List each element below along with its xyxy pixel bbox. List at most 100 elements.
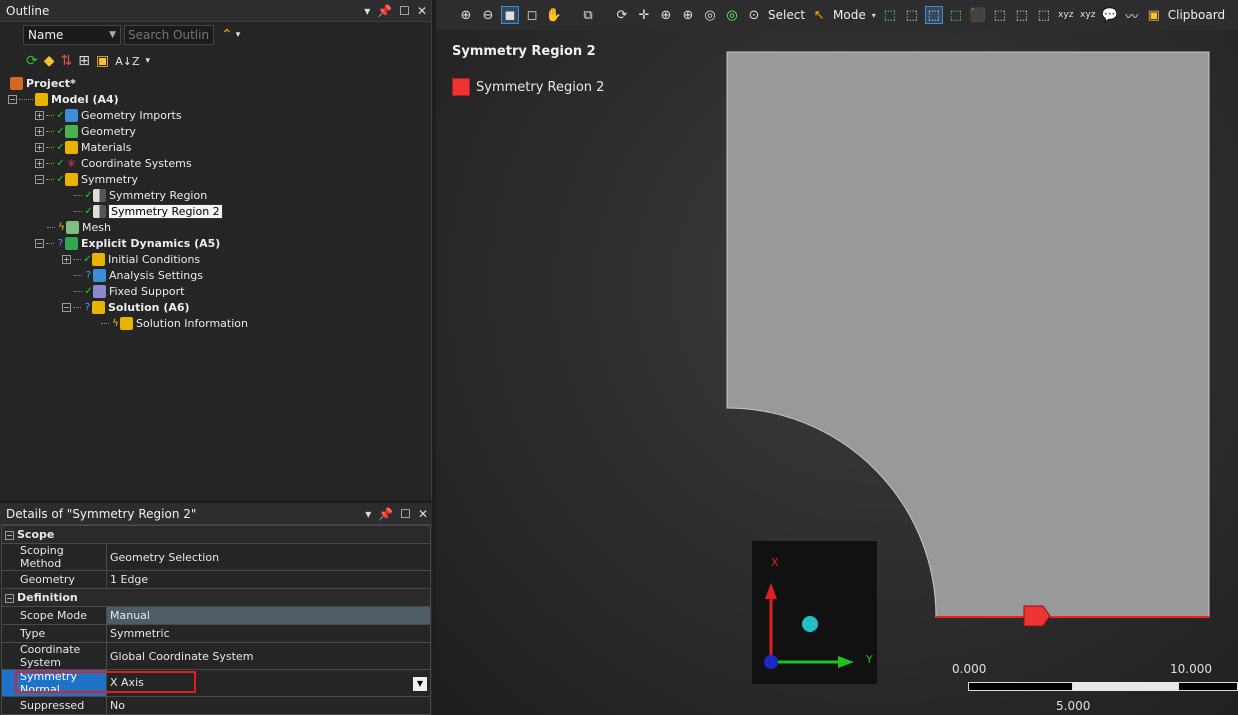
model-icon xyxy=(35,92,48,106)
refresh-icon[interactable]: ⟳ xyxy=(26,53,38,69)
collapse-icon[interactable]: − xyxy=(5,531,14,540)
materials-icon xyxy=(65,140,78,154)
left-panel: Outline ▾ 📌 ☐ ✕ Name ▼ ⌃ ▾ ⟳ ◆ ⇅ ⊞ ▣ A↓Z… xyxy=(0,0,432,715)
property-value[interactable]: Geometry Selection xyxy=(106,543,431,571)
check-icon: ✓ xyxy=(56,109,65,121)
check-icon: ✓ xyxy=(56,125,65,137)
tree-item-symmetry[interactable]: − ✓ Symmetry xyxy=(0,171,431,187)
tree-label: Symmetry Region 2 xyxy=(108,203,223,219)
details-row[interactable]: Type Symmetric xyxy=(1,624,431,643)
lightning-icon: ϟ xyxy=(112,317,119,329)
expand-icon[interactable]: + xyxy=(35,142,44,152)
tree-item-symmetry-region[interactable]: ✓ Symmetry Region xyxy=(0,187,431,203)
tree-connector xyxy=(46,146,54,148)
tree-item-project[interactable]: Project* xyxy=(0,75,431,91)
tree-label: Geometry Imports xyxy=(81,108,182,122)
property-value: X Axis xyxy=(110,675,144,689)
property-value[interactable]: 1 Edge xyxy=(106,570,431,589)
tree-item-analysis-settings[interactable]: ? Analysis Settings xyxy=(0,267,431,283)
expand-icon[interactable]: + xyxy=(35,126,44,136)
check-icon: ✓ xyxy=(83,253,92,265)
search-options-icon[interactable]: ▾ xyxy=(236,30,241,40)
property-label: Scope Mode xyxy=(1,606,107,625)
maximize-icon[interactable]: ☐ xyxy=(399,4,410,18)
sort-az-icon[interactable]: A↓Z xyxy=(115,55,139,68)
collapse-icon[interactable]: − xyxy=(5,594,14,603)
details-row-symmetry-normal[interactable]: Symmetry Normal X Axis ▼ xyxy=(1,669,431,697)
property-value[interactable]: No xyxy=(106,696,431,715)
symmetry-normal-select[interactable]: X Axis ▼ xyxy=(106,669,431,697)
sort-dropdown-icon[interactable]: ▾ xyxy=(146,56,151,66)
tree-item-geometry[interactable]: + ✓ Geometry xyxy=(0,123,431,139)
tree-item-model[interactable]: − Model (A4) xyxy=(0,91,431,107)
outline-header: Outline ▾ 📌 ☐ ✕ xyxy=(0,0,431,22)
property-value[interactable]: Symmetric xyxy=(106,624,431,643)
search-up-icon[interactable]: ⌃ xyxy=(221,27,233,43)
property-value[interactable]: Global Coordinate System xyxy=(106,642,431,670)
check-icon: ✓ xyxy=(56,173,65,185)
tree-item-geometry-imports[interactable]: + ✓ Geometry Imports xyxy=(0,107,431,123)
maximize-icon[interactable]: ☐ xyxy=(400,507,411,521)
section-label: Scope xyxy=(17,528,55,541)
tree-connector xyxy=(101,322,109,324)
section-definition[interactable]: − Definition xyxy=(1,588,431,607)
dropdown-icon[interactable]: ▾ xyxy=(365,507,371,521)
sort-arrows-icon[interactable]: ⇅ xyxy=(61,53,73,69)
triad-x-label: X xyxy=(771,556,779,569)
property-value[interactable]: Manual xyxy=(106,606,431,625)
geometry-icon xyxy=(65,124,78,138)
tree-item-mesh[interactable]: ϟ Mesh xyxy=(0,219,431,235)
collapse-icon[interactable]: − xyxy=(35,238,44,248)
details-row[interactable]: Coordinate System Global Coordinate Syst… xyxy=(1,642,431,670)
tree-connector xyxy=(46,114,54,116)
close-icon[interactable]: ✕ xyxy=(418,507,428,521)
grid-icon[interactable]: ⊞ xyxy=(78,53,90,69)
eraser-icon[interactable]: ◆ xyxy=(44,53,55,69)
tree-connector xyxy=(74,290,82,292)
collapse-icon[interactable]: − xyxy=(62,302,71,312)
initial-conditions-icon xyxy=(92,252,105,266)
question-icon: ? xyxy=(57,237,64,249)
check-icon: ✓ xyxy=(84,205,93,217)
tree-label: Solution Information xyxy=(136,316,248,330)
tree-label: Model (A4) xyxy=(51,92,119,106)
dropdown-icon[interactable]: ▾ xyxy=(364,4,370,18)
tree-connector xyxy=(74,274,82,276)
details-row[interactable]: Geometry 1 Edge xyxy=(1,570,431,589)
coordinate-triad[interactable]: X Y xyxy=(752,541,877,684)
tree-item-coordinate-systems[interactable]: + ✓ ✳ Coordinate Systems xyxy=(0,155,431,171)
tree-label: Geometry xyxy=(81,124,136,138)
tree-item-solution-information[interactable]: ϟ Solution Information xyxy=(0,315,431,331)
property-label: Symmetry Normal xyxy=(1,669,107,697)
tree-item-materials[interactable]: + ✓ Materials xyxy=(0,139,431,155)
pin-icon[interactable]: 📌 xyxy=(377,4,392,18)
geometry-imports-icon xyxy=(65,108,78,122)
tree-connector xyxy=(73,306,81,308)
pin-icon[interactable]: 📌 xyxy=(378,507,393,521)
dropdown-arrow-icon[interactable]: ▼ xyxy=(413,676,427,691)
close-icon[interactable]: ✕ xyxy=(417,4,427,18)
expand-icon[interactable]: + xyxy=(62,254,71,264)
expand-icon[interactable]: + xyxy=(35,158,44,168)
tree-item-explicit-dynamics[interactable]: − ? Explicit Dynamics (A5) xyxy=(0,235,431,251)
search-outline-input[interactable] xyxy=(124,25,214,45)
tree-connector xyxy=(46,242,54,244)
details-row[interactable]: Scoping Method Geometry Selection xyxy=(1,543,431,571)
tree-item-fixed-support[interactable]: ✓ Fixed Support xyxy=(0,283,431,299)
tree-item-initial-conditions[interactable]: + ✓ Initial Conditions xyxy=(0,251,431,267)
collapse-icon[interactable]: − xyxy=(35,174,44,184)
project-icon xyxy=(10,76,23,90)
collapse-icon[interactable]: − xyxy=(8,94,17,104)
folder-icon[interactable]: ▣ xyxy=(96,53,109,69)
details-row[interactable]: Scope Mode Manual xyxy=(1,606,431,625)
expand-icon[interactable]: + xyxy=(35,110,44,120)
details-row[interactable]: Suppressed No xyxy=(1,696,431,715)
filter-type-select[interactable]: Name ▼ xyxy=(23,25,121,45)
tree-item-solution[interactable]: − ? Solution (A6) xyxy=(0,299,431,315)
section-scope[interactable]: − Scope xyxy=(1,525,431,544)
symmetry-region-icon xyxy=(93,204,106,218)
explicit-dynamics-icon xyxy=(65,236,78,250)
graphics-viewport[interactable]: ⊕ ⊖ ◼ ◻ ✋ ⧉ ⟳ ✛ ⊕ ⊕ ◎ ◎ ⊙ Select ↖ Mode … xyxy=(436,0,1238,715)
lightning-icon: ϟ xyxy=(58,221,65,233)
tree-item-symmetry-region-2[interactable]: ✓ Symmetry Region 2 xyxy=(0,203,431,219)
